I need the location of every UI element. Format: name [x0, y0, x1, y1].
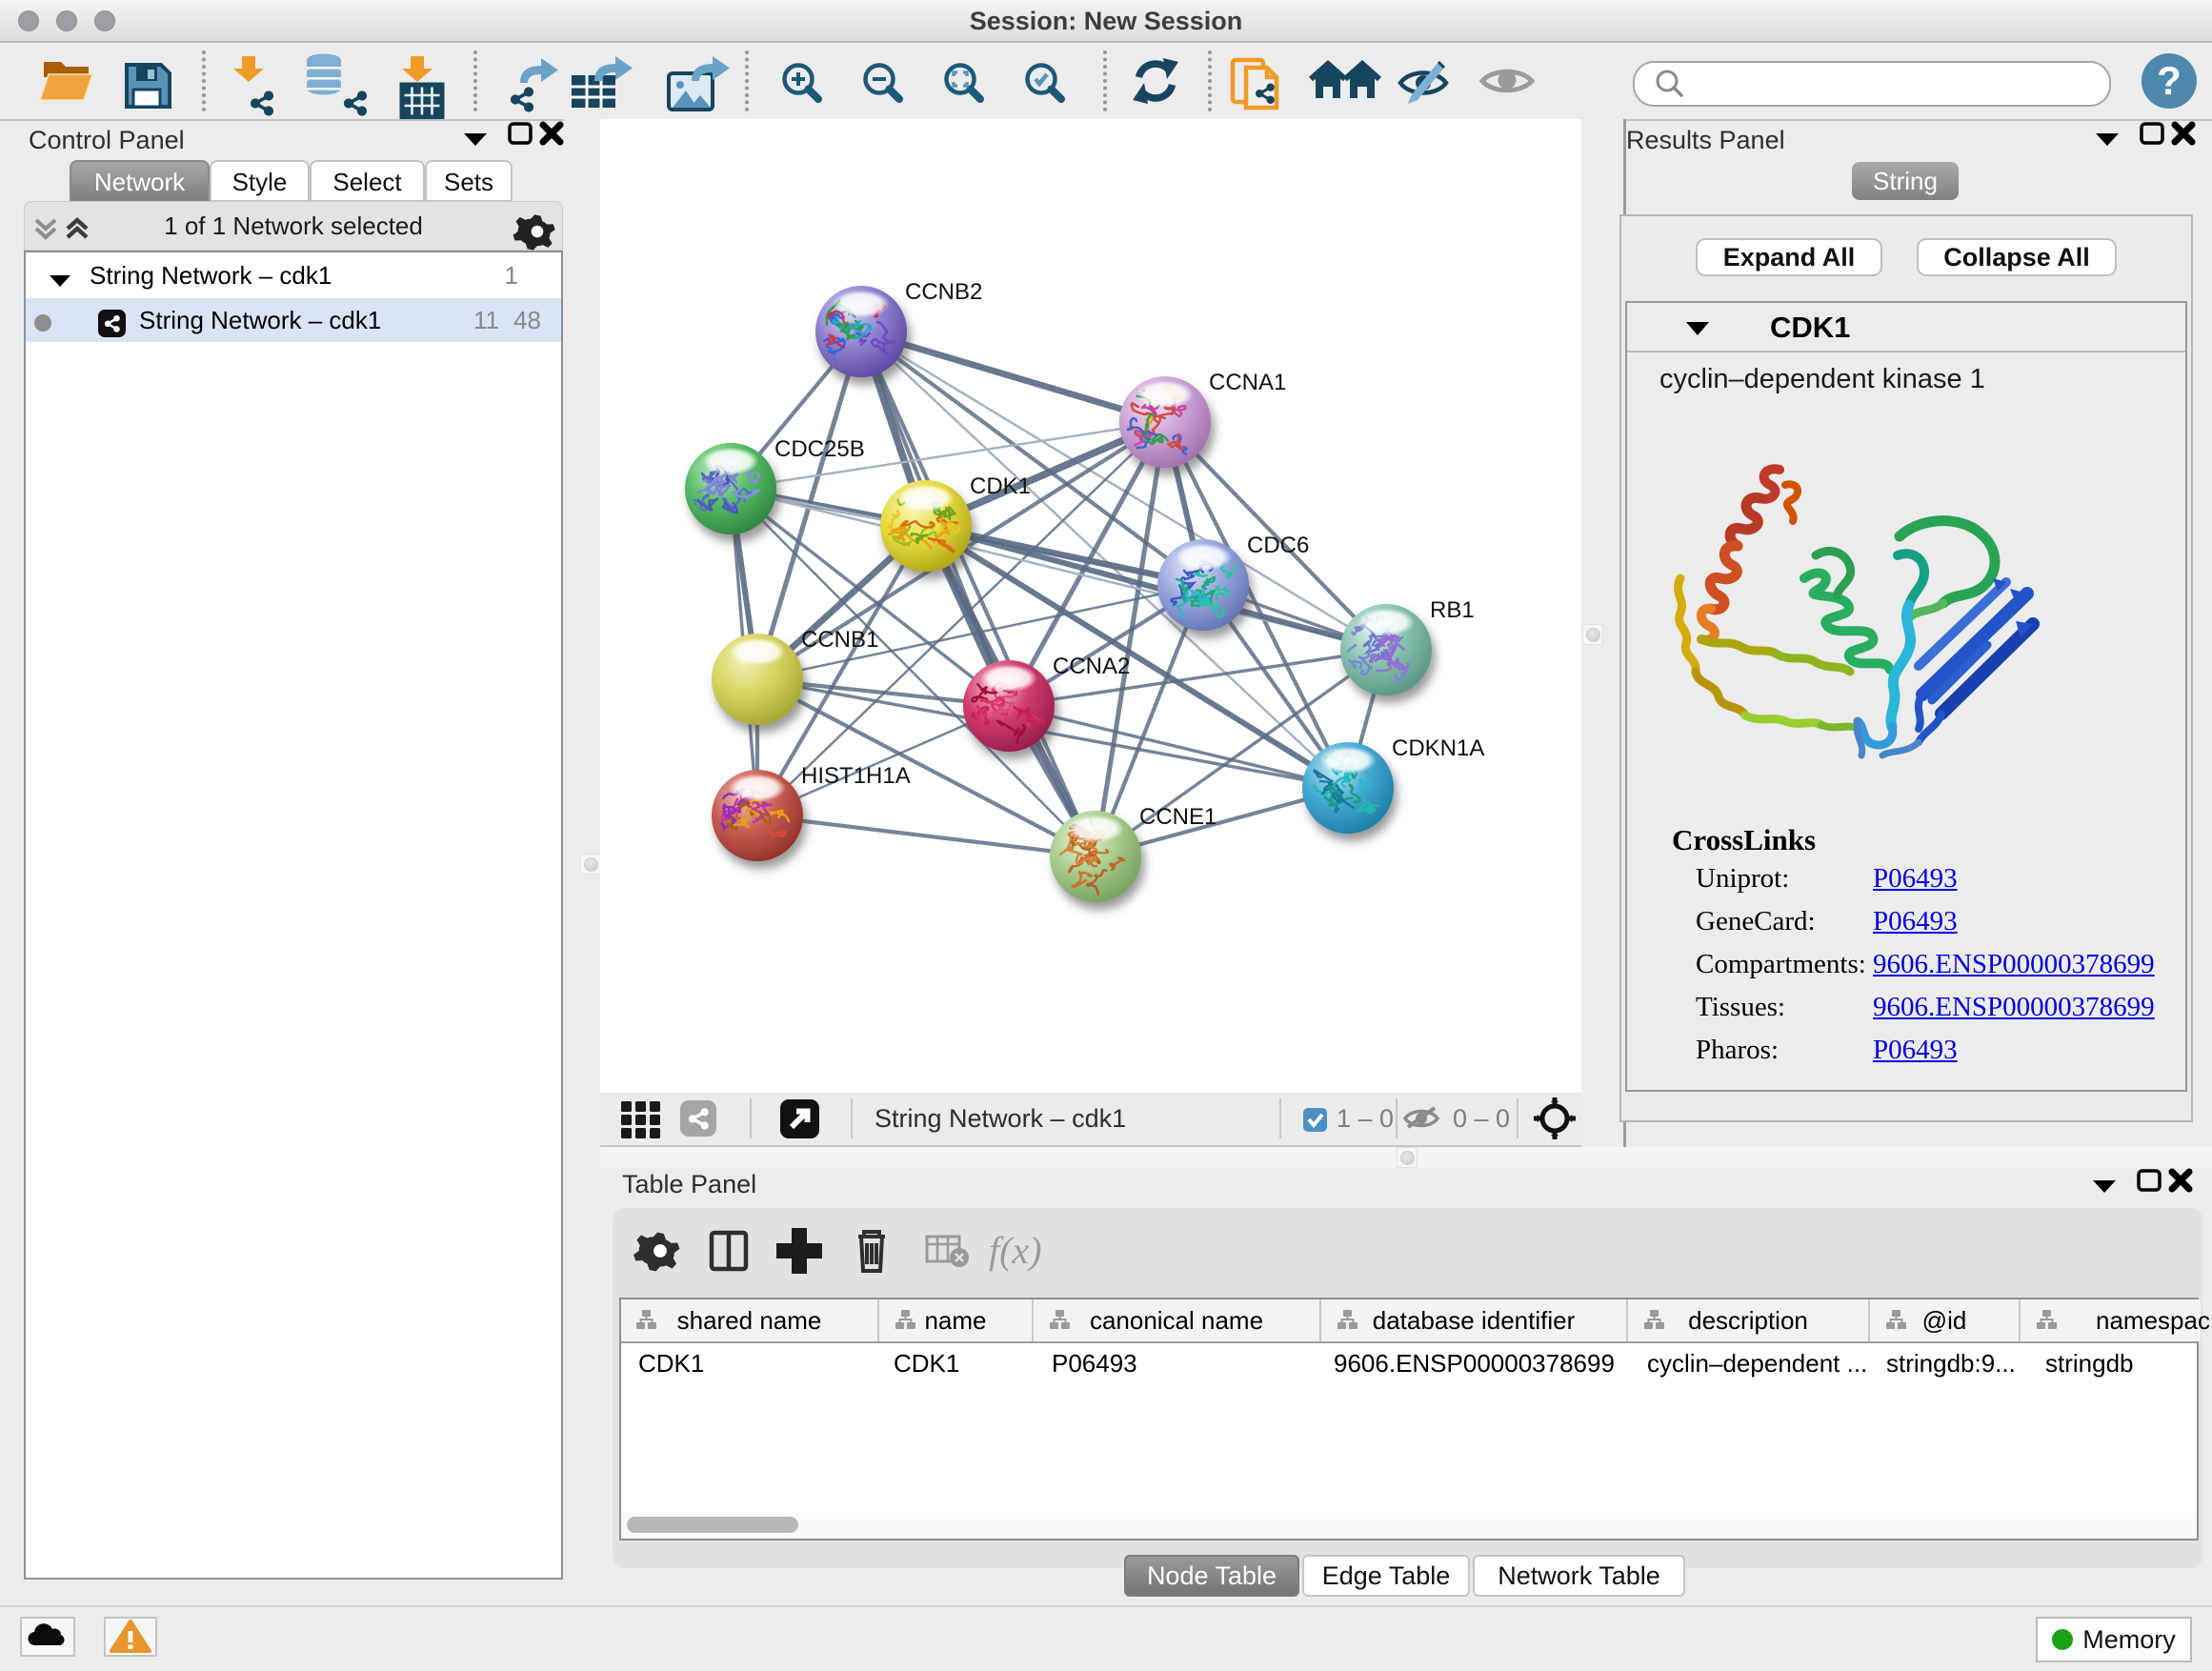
svg-text:CCNB2: CCNB2: [905, 279, 982, 305]
svg-text:CDK1: CDK1: [970, 473, 1031, 499]
svg-text:1 – 0: 1 – 0: [1337, 1104, 1394, 1133]
svg-text:CDC25B: CDC25B: [774, 436, 865, 462]
svg-text:CCNE1: CCNE1: [1139, 804, 1217, 830]
svg-text:?: ?: [2157, 58, 2182, 103]
svg-text:CDC6: CDC6: [1247, 533, 1309, 558]
svg-text:HIST1H1A: HIST1H1A: [801, 763, 911, 789]
svg-text:CCNA1: CCNA1: [1209, 370, 1286, 395]
svg-text:f(x): f(x): [989, 1229, 1042, 1272]
svg-text:CCNB1: CCNB1: [801, 627, 878, 653]
svg-text:RB1: RB1: [1430, 597, 1475, 623]
svg-text:CCNA2: CCNA2: [1053, 654, 1130, 679]
svg-text:0 – 0: 0 – 0: [1453, 1104, 1510, 1133]
svg-text:CDKN1A: CDKN1A: [1392, 735, 1484, 761]
